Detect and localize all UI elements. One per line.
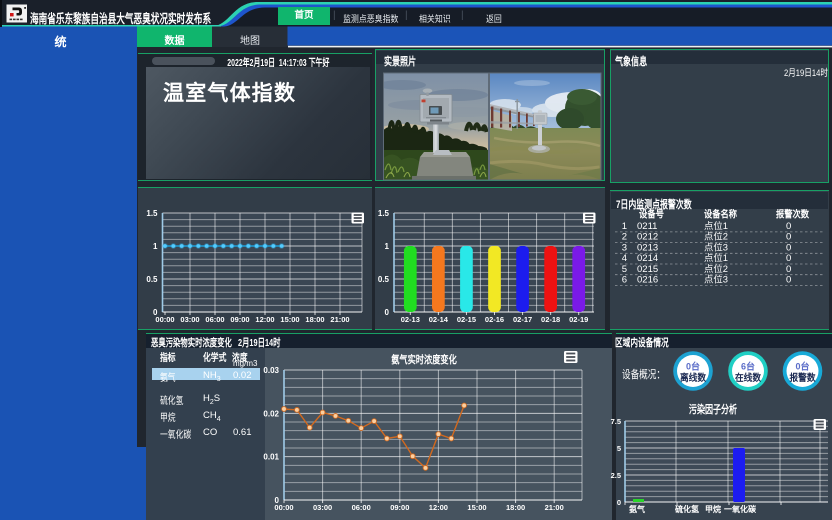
svg-text:1: 1	[153, 242, 158, 251]
svg-text:09:00: 09:00	[230, 315, 249, 324]
svg-text:甲烷: 甲烷	[705, 504, 721, 514]
svg-text:00:00: 00:00	[155, 315, 174, 324]
svg-text:点位3: 点位3	[704, 274, 728, 285]
svg-text:06:00: 06:00	[205, 315, 224, 324]
svg-text:0: 0	[786, 264, 791, 275]
svg-text:点位1: 点位1	[704, 220, 728, 231]
svg-text:0: 0	[617, 498, 621, 507]
svg-text:0: 0	[786, 242, 791, 253]
svg-text:02-19: 02-19	[569, 315, 588, 324]
svg-text:0211: 0211	[637, 221, 657, 232]
svg-text:6台: 6台	[741, 361, 755, 372]
svg-text:21:00: 21:00	[545, 503, 564, 512]
svg-text:3: 3	[622, 242, 627, 253]
svg-text:09:00: 09:00	[390, 503, 409, 512]
svg-text:4: 4	[622, 253, 627, 264]
svg-text:02-13: 02-13	[401, 315, 420, 324]
svg-text:在线数: 在线数	[735, 372, 761, 384]
svg-text:5: 5	[617, 444, 621, 453]
svg-text:02-16: 02-16	[485, 315, 504, 324]
svg-text:点位2: 点位2	[704, 263, 728, 274]
svg-text:2: 2	[622, 232, 627, 243]
svg-text:0.03: 0.03	[263, 366, 279, 375]
svg-text:6: 6	[622, 275, 627, 286]
svg-text:设备号: 设备号	[639, 209, 664, 221]
svg-text:21:00: 21:00	[330, 315, 349, 324]
svg-text:02-15: 02-15	[457, 315, 476, 324]
svg-text:5: 5	[622, 264, 627, 275]
svg-text:点位3: 点位3	[704, 241, 728, 252]
svg-text:一氧化碳: 一氧化碳	[724, 504, 757, 514]
svg-text:0: 0	[786, 221, 791, 232]
svg-text:18:00: 18:00	[305, 315, 324, 324]
svg-text:点位2: 点位2	[704, 231, 728, 242]
svg-text:硫化氢: 硫化氢	[675, 504, 699, 514]
svg-text:报警次数: 报警次数	[776, 209, 809, 221]
svg-text:0212: 0212	[637, 232, 658, 243]
svg-text:15:00: 15:00	[467, 503, 486, 512]
svg-text:0213: 0213	[637, 242, 658, 253]
svg-text:06:00: 06:00	[352, 503, 371, 512]
svg-text:0: 0	[786, 275, 791, 286]
svg-text:00:00: 00:00	[274, 503, 293, 512]
svg-text:03:00: 03:00	[180, 315, 199, 324]
svg-text:12:00: 12:00	[255, 315, 274, 324]
svg-text:0.02: 0.02	[263, 409, 279, 418]
svg-text:0: 0	[786, 253, 791, 264]
svg-text:2.5: 2.5	[611, 471, 621, 480]
svg-text:报警数: 报警数	[790, 372, 816, 384]
svg-text:0台: 0台	[795, 361, 809, 372]
svg-text:03:00: 03:00	[313, 503, 332, 512]
svg-text:0214: 0214	[637, 253, 658, 264]
svg-text:02-17: 02-17	[513, 315, 532, 324]
svg-text:0: 0	[385, 308, 390, 317]
svg-text:0.5: 0.5	[378, 275, 390, 284]
svg-text:7.5: 7.5	[611, 417, 621, 426]
svg-text:设备名称: 设备名称	[704, 209, 737, 221]
svg-text:02-14: 02-14	[429, 315, 449, 324]
svg-text:氨气: 氨气	[629, 504, 645, 514]
svg-text:15:00: 15:00	[280, 315, 299, 324]
svg-text:12:00: 12:00	[429, 503, 448, 512]
svg-text:0.01: 0.01	[263, 453, 279, 462]
svg-text:点位1: 点位1	[704, 252, 728, 263]
svg-text:18:00: 18:00	[506, 503, 525, 512]
svg-text:02-18: 02-18	[541, 315, 560, 324]
svg-text:0216: 0216	[637, 275, 658, 286]
svg-text:1: 1	[622, 221, 627, 232]
svg-text:0215: 0215	[637, 264, 658, 275]
svg-text:0: 0	[786, 232, 791, 243]
svg-text:1.5: 1.5	[378, 209, 390, 218]
svg-text:离线数: 离线数	[680, 372, 706, 384]
svg-text:1.5: 1.5	[146, 209, 158, 218]
svg-text:1: 1	[385, 242, 390, 251]
svg-text:0台: 0台	[686, 361, 700, 372]
svg-text:0.5: 0.5	[146, 275, 158, 284]
